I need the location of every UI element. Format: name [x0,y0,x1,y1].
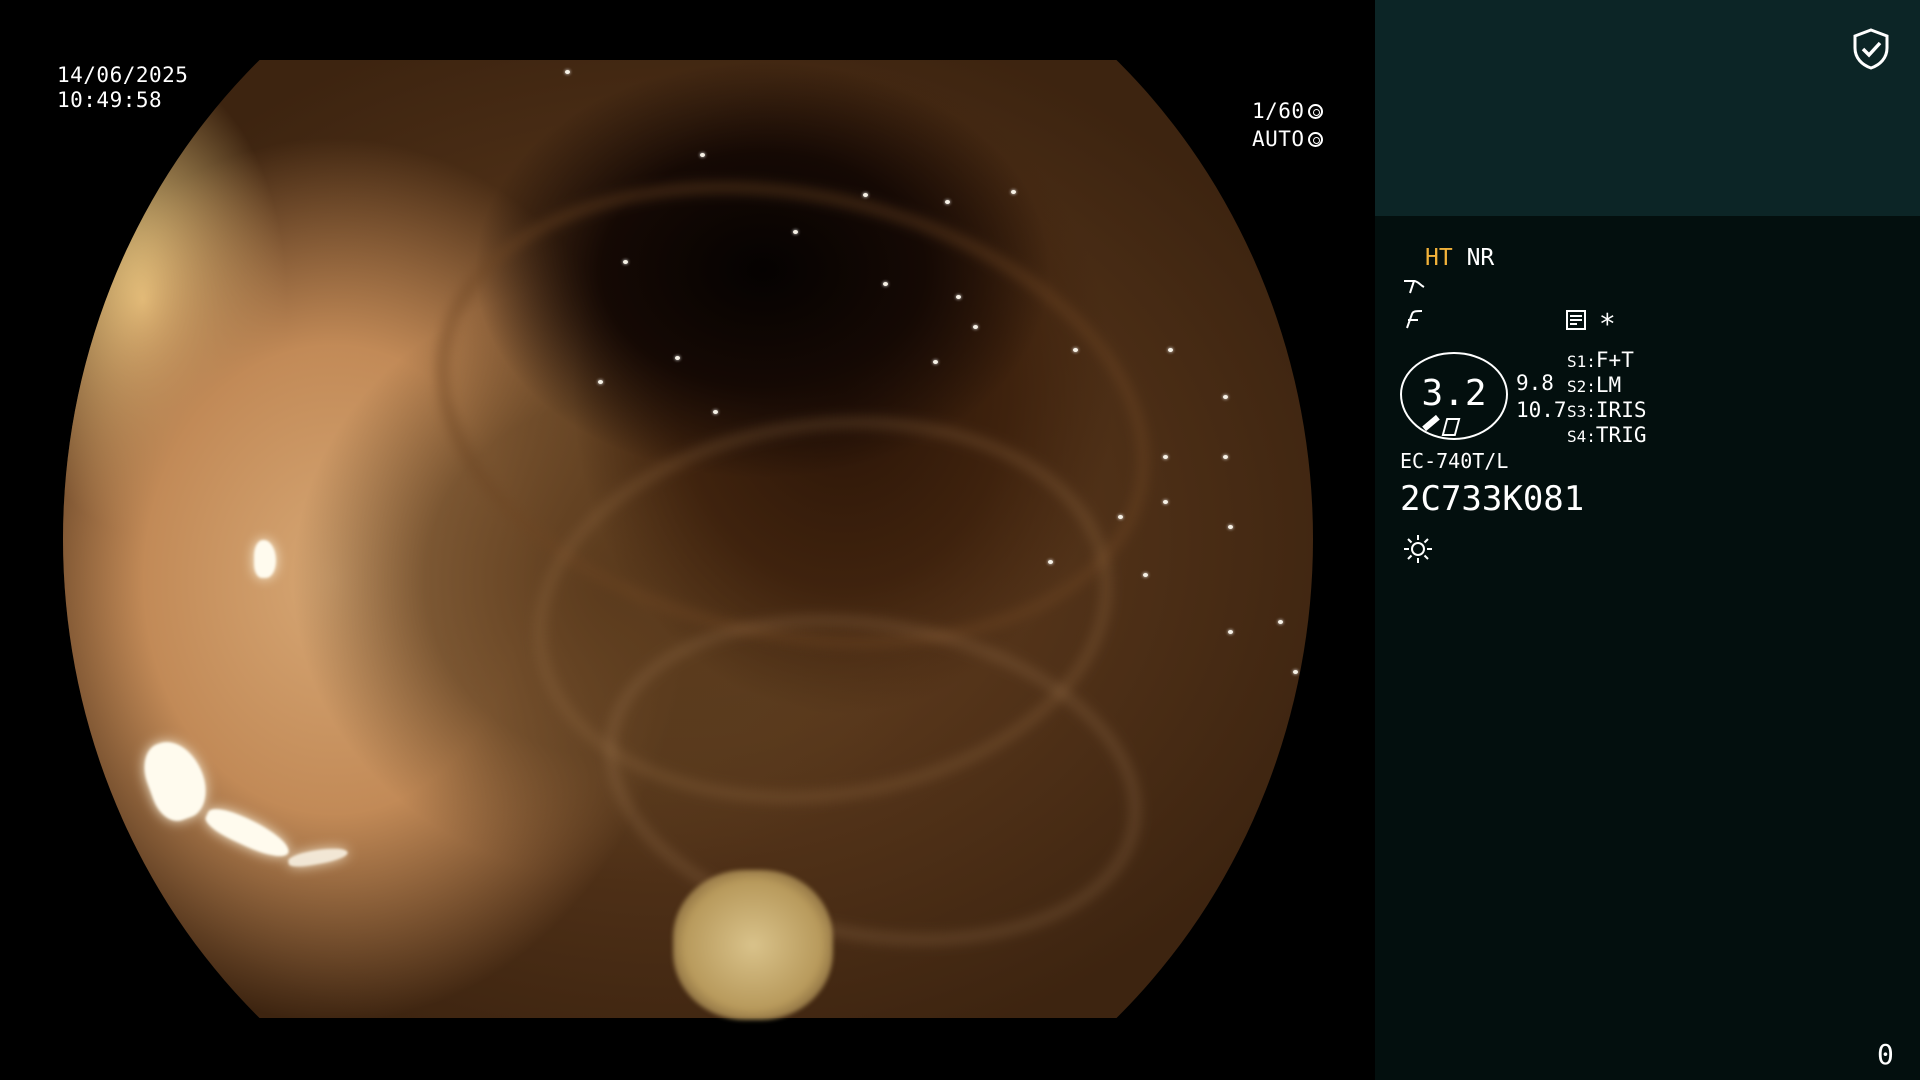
light-reflection [201,802,295,864]
fluid-fleck [623,260,628,264]
memo-icon [1566,310,1586,330]
sun-icon [1404,535,1432,563]
color-enhance-icon [1406,310,1423,329]
panel-header-area [1375,0,1920,216]
switch-key: S3: [1567,402,1596,421]
shutter-row: 1/60 [1252,99,1323,124]
ht-mode-label: HT [1425,245,1453,271]
fluid-fleck [956,295,961,299]
fluid-fleck [1168,348,1173,352]
fluid-fleck [883,282,888,286]
zoom-value: 3.2 [1421,373,1487,414]
date-time-readout: 14/06/2025 10:49:58 [57,63,188,113]
fluid-fleck [1228,525,1233,529]
fluid-fleck [1293,670,1298,674]
zoom-value-upper: 9.8 [1516,371,1554,395]
fluid-fleck [1163,455,1168,459]
switch-key: S1: [1567,352,1596,371]
fluid-fleck [565,70,570,74]
fluid-fleck [1048,560,1053,564]
fluid-fleck [1118,515,1123,519]
mucosal-patch [673,870,833,1020]
iris-row: AUTO [1252,127,1323,152]
fluid-fleck [945,200,950,204]
fluid-fleck [1223,455,1228,459]
fluid-fleck [1143,573,1148,577]
shield-check-icon [1853,28,1889,70]
fluid-fleck [700,153,705,157]
switch-row-2: S2:LM [1567,373,1621,399]
structure-enhance-icon [1404,280,1425,294]
fluid-fleck [1163,500,1168,504]
fluid-fleck [1011,190,1016,194]
light-reflection [287,844,349,870]
light-reflection [135,733,216,827]
image-mode-row: HT NR [1425,245,1494,272]
zoom-value-lower: 10.7 [1516,398,1567,422]
exposure-readout: 1/60 AUTO [1252,99,1323,152]
endoscope-image [63,60,1313,1020]
switch-value: IRIS [1595,398,1647,422]
fluid-fleck [1228,630,1233,634]
time-text: 10:49:58 [57,88,163,112]
scope-model-text: EC-740T/L [1400,449,1509,473]
pencil-icon [1422,414,1440,432]
fluid-fleck [933,360,938,364]
nr-mode-label: NR [1466,245,1495,271]
switch-row-1: S1:F+T [1567,348,1634,374]
switch-key: S2: [1567,377,1596,396]
fluid-fleck [1073,348,1078,352]
fluid-fleck [863,193,868,197]
scope-serial-text: 2C733K081 [1400,479,1585,519]
fluid-fleck [675,356,680,360]
switch-key: S4: [1567,427,1596,446]
fluid-fleck [1278,620,1283,624]
frame-icon [1441,418,1461,436]
switch-value: LM [1595,373,1622,397]
date-text: 14/06/2025 [57,63,189,87]
shutter-speed-text: 1/60 [1252,99,1305,123]
fluid-fleck [793,230,798,234]
fluid-fleck [1223,395,1228,399]
enhance-symbol: ∗ [1599,302,1616,335]
status-panel: HT NR ∗ 3.2 9.8 10.7 S1:F+T S2:LM S3:IRI… [1375,0,1920,1080]
zoom-indicator: 3.2 [1400,352,1508,440]
image-counter: 0 [1877,1038,1894,1071]
light-reflection [254,540,276,578]
iris-icon [1307,132,1323,147]
fluid-fleck [713,410,718,414]
switch-value: F+T [1595,348,1634,372]
switch-value: TRIG [1595,423,1647,447]
fluid-fleck [973,325,978,329]
switch-row-4: S4:TRIG [1567,423,1646,449]
shutter-icon [1307,104,1323,119]
endoscope-viewport: 14/06/2025 10:49:58 1/60 AUTO [0,0,1375,1080]
switch-row-3: S3:IRIS [1567,398,1646,424]
iris-mode-text: AUTO [1252,127,1305,151]
fluid-fleck [598,380,603,384]
